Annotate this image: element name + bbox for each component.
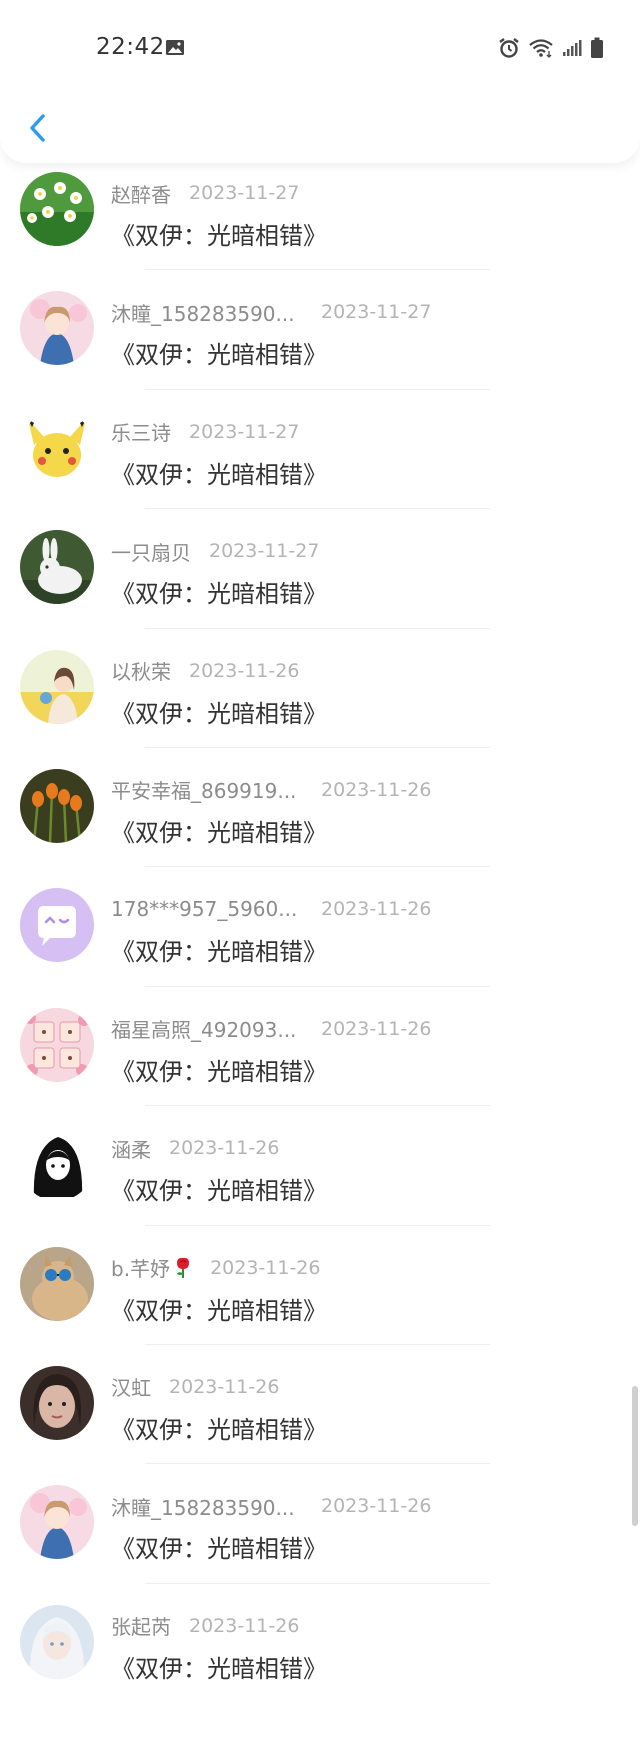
list-item[interactable]: 沐瞳_158283590... 2023-11-27 《双伊：光暗相错》 xyxy=(0,269,640,388)
post-date: 2023-11-26 xyxy=(169,1137,280,1160)
list-item[interactable]: 涵柔 2023-11-26 《双伊：光暗相错》 xyxy=(0,1105,640,1224)
user-name: 平安幸福_869919... xyxy=(111,779,297,804)
avatar[interactable] xyxy=(20,1604,94,1679)
item-meta: 平安幸福_869919... 2023-11-26 xyxy=(111,776,431,804)
item-meta: 涵柔 2023-11-26 xyxy=(111,1134,279,1162)
avatar[interactable] xyxy=(20,888,94,963)
status-icons xyxy=(498,36,604,60)
avatar[interactable] xyxy=(20,530,94,605)
top-header: 22:42 xyxy=(0,0,640,163)
post-date: 2023-11-27 xyxy=(209,540,320,563)
item-meta: 一只扇贝 2023-11-27 xyxy=(111,537,319,565)
user-name: 福星高照_492093... xyxy=(111,1018,297,1043)
post-date: 2023-11-27 xyxy=(189,420,300,443)
message-text: 《双伊：光暗相错》 xyxy=(111,1535,327,1564)
user-name: 以秋荣 xyxy=(111,660,171,685)
avatar[interactable] xyxy=(20,410,94,485)
message-text: 《双伊：光暗相错》 xyxy=(111,1057,327,1086)
user-name: 赵醉香 xyxy=(111,182,171,207)
list-item[interactable]: 平安幸福_869919... 2023-11-26 《双伊：光暗相错》 xyxy=(0,746,640,866)
message-text: 《双伊：光暗相错》 xyxy=(111,580,327,609)
item-meta: b.芊妤 2023-11-26 xyxy=(111,1254,320,1282)
message-text: 《双伊：光暗相错》 xyxy=(111,1296,327,1325)
post-date: 2023-11-26 xyxy=(321,1495,432,1518)
user-name: 一只扇贝 xyxy=(111,540,191,565)
post-date: 2023-11-26 xyxy=(321,778,432,801)
message-text: 《双伊：光暗相错》 xyxy=(111,699,327,728)
user-list: 赵醉香 2023-11-27 《双伊：光暗相错》 沐瞳_158283590...… xyxy=(0,150,640,1702)
user-name: 178***957_5960... xyxy=(111,897,298,922)
list-item[interactable]: 178***957_5960... 2023-11-26 《双伊：光暗相错》 xyxy=(0,866,640,985)
user-name: b.芊妤 xyxy=(111,1257,171,1282)
message-text: 《双伊：光暗相错》 xyxy=(111,1415,327,1444)
item-meta: 福星高照_492093... 2023-11-26 xyxy=(111,1015,431,1043)
message-text: 《双伊：光暗相错》 xyxy=(111,1654,327,1683)
rose-icon xyxy=(177,1257,190,1278)
user-name: 沐瞳_158283590... xyxy=(111,1495,295,1520)
list-item[interactable]: 张起芮 2023-11-26 《双伊：光暗相错》 xyxy=(0,1582,640,1702)
user-name: 乐三诗 xyxy=(111,421,171,446)
avatar[interactable] xyxy=(20,172,94,246)
list-item[interactable]: 以秋荣 2023-11-26 《双伊：光暗相错》 xyxy=(0,627,640,747)
avatar[interactable] xyxy=(20,1007,94,1082)
avatar[interactable] xyxy=(20,1246,94,1321)
post-date: 2023-11-26 xyxy=(210,1256,321,1279)
avatar[interactable] xyxy=(20,768,94,843)
item-meta: 张起芮 2023-11-26 xyxy=(111,1612,299,1640)
alarm-icon xyxy=(499,38,519,58)
status-bar: 22:42 xyxy=(0,0,640,96)
message-text: 《双伊：光暗相错》 xyxy=(111,222,327,250)
avatar[interactable] xyxy=(20,649,94,724)
avatar[interactable] xyxy=(20,1485,94,1560)
message-text: 《双伊：光暗相错》 xyxy=(111,1177,327,1206)
user-name: 涵柔 xyxy=(111,1137,151,1162)
avatar[interactable] xyxy=(20,291,94,366)
post-date: 2023-11-26 xyxy=(321,898,432,921)
post-date: 2023-11-26 xyxy=(189,1614,300,1637)
message-text: 《双伊：光暗相错》 xyxy=(111,460,327,489)
wifi-icon xyxy=(529,39,553,58)
scrollbar[interactable] xyxy=(632,1386,638,1526)
item-meta: 178***957_5960... 2023-11-26 xyxy=(111,895,431,923)
list-item[interactable]: 赵醉香 2023-11-27 《双伊：光暗相错》 xyxy=(0,150,640,269)
user-name: 沐瞳_158283590... xyxy=(111,301,295,326)
avatar[interactable] xyxy=(20,1127,94,1202)
signal-icon xyxy=(563,40,582,56)
list-item[interactable]: b.芊妤 2023-11-26 《双伊：光暗相错》 xyxy=(0,1224,640,1344)
item-meta: 以秋荣 2023-11-26 xyxy=(111,657,299,685)
status-time: 22:42 xyxy=(96,34,165,60)
message-text: 《双伊：光暗相错》 xyxy=(111,938,327,967)
post-date: 2023-11-26 xyxy=(189,659,300,682)
list-item[interactable]: 乐三诗 2023-11-27 《双伊：光暗相错》 xyxy=(0,388,640,508)
post-date: 2023-11-26 xyxy=(169,1375,280,1398)
list-item[interactable]: 一只扇贝 2023-11-27 《双伊：光暗相错》 xyxy=(0,508,640,627)
list-item[interactable]: 汉虹 2023-11-26 《双伊：光暗相错》 xyxy=(0,1343,640,1463)
battery-icon xyxy=(591,37,603,58)
avatar[interactable] xyxy=(20,1365,94,1440)
list-item[interactable]: 福星高照_492093... 2023-11-26 《双伊：光暗相错》 xyxy=(0,985,640,1105)
item-meta: 沐瞳_158283590... 2023-11-27 xyxy=(111,298,431,326)
post-date: 2023-11-27 xyxy=(189,182,300,204)
item-meta: 赵醉香 2023-11-27 xyxy=(111,179,299,207)
user-name: 张起芮 xyxy=(111,1615,171,1640)
list-item[interactable]: 沐瞳_158283590... 2023-11-26 《双伊：光暗相错》 xyxy=(0,1463,640,1582)
post-date: 2023-11-26 xyxy=(321,1017,432,1040)
item-meta: 乐三诗 2023-11-27 xyxy=(111,418,299,446)
item-meta: 汉虹 2023-11-26 xyxy=(111,1373,279,1401)
post-date: 2023-11-27 xyxy=(321,301,432,324)
message-text: 《双伊：光暗相错》 xyxy=(111,341,327,370)
message-text: 《双伊：光暗相错》 xyxy=(111,818,327,847)
user-name: 汉虹 xyxy=(111,1376,151,1401)
image-icon xyxy=(166,40,184,55)
chevron-left-icon[interactable] xyxy=(20,108,52,148)
item-meta: 沐瞳_158283590... 2023-11-26 xyxy=(111,1492,431,1520)
